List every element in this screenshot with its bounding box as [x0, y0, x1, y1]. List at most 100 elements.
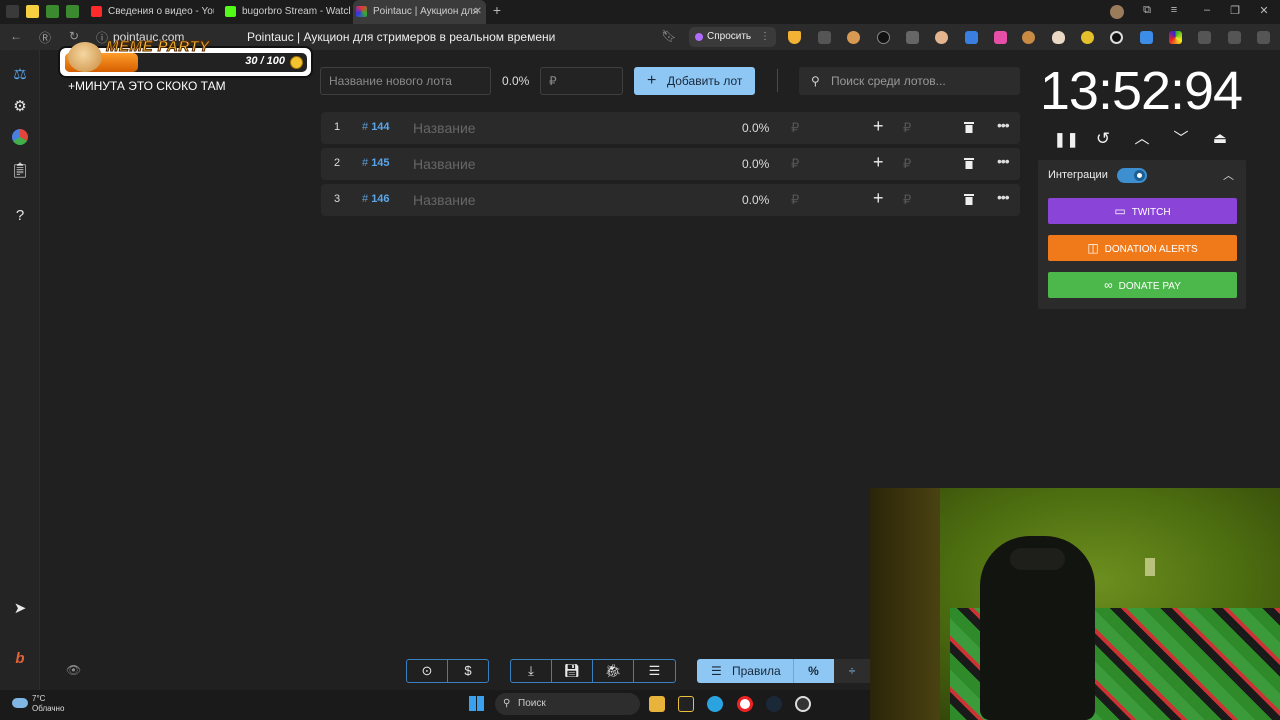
add-amount-icon[interactable]: +: [873, 116, 884, 137]
tab-kick[interactable]: bugorbro Stream - Watch: [222, 0, 350, 24]
pause-icon[interactable]: ❚❚: [1054, 129, 1078, 149]
bug-icon[interactable]: 🐞︎: [593, 660, 634, 682]
lot-name-field[interactable]: Название: [413, 156, 476, 172]
reader-icon[interactable]: Ⓡ: [37, 29, 53, 46]
collapse-icon[interactable]: ︿: [1223, 167, 1234, 183]
cloud-icon: [12, 698, 28, 708]
menu-icon[interactable]: ≡: [1166, 4, 1182, 16]
chevron-up-icon[interactable]: ︿: [1132, 129, 1152, 149]
donate-pay-button[interactable]: ∞ DONATE PAY: [1048, 272, 1237, 298]
bookmark-icon[interactable]: 🔖︎: [661, 29, 677, 43]
d-extension-icon[interactable]: [818, 31, 831, 44]
tab-pointauc[interactable]: Pointauc | Аукцион для ✕: [353, 0, 486, 24]
download-extension-icon[interactable]: [1257, 31, 1270, 44]
webcam-chair: [980, 536, 1095, 720]
rules-button[interactable]: Правила: [732, 659, 781, 683]
add-lot-button[interactable]: + Добавить лот: [634, 67, 755, 95]
twitch-button[interactable]: ▭ TWITCH: [1048, 198, 1237, 224]
telegram-taskbar-icon[interactable]: [707, 696, 723, 712]
more-options-icon[interactable]: •••: [997, 189, 1010, 205]
egg-extension-icon[interactable]: [1052, 31, 1065, 44]
trash-icon[interactable]: [964, 121, 974, 133]
windows-start-icon[interactable]: [469, 696, 484, 711]
split-icon[interactable]: ÷: [834, 659, 870, 683]
collections-icon[interactable]: ⧉: [1139, 4, 1155, 17]
screenshot-extension-icon[interactable]: [1228, 31, 1241, 44]
lot-extra-amount-field[interactable]: ₽: [903, 156, 911, 172]
boosty-icon[interactable]: b: [10, 649, 30, 669]
trash-icon[interactable]: [964, 193, 974, 205]
lot-name-field[interactable]: Название: [413, 120, 476, 136]
lot-extra-amount-field[interactable]: ₽: [903, 192, 911, 208]
donate-icon[interactable]: $: [448, 660, 488, 682]
obs-icon[interactable]: [795, 696, 811, 712]
github-icon[interactable]: ⊙: [407, 660, 448, 682]
more-options-icon[interactable]: •••: [997, 153, 1010, 169]
wheel-icon[interactable]: [12, 129, 28, 145]
trash-icon[interactable]: [964, 157, 974, 169]
lot-search-input[interactable]: ⚲ Поиск среди лотов...: [799, 67, 1020, 95]
arrow-extension-icon[interactable]: [1140, 31, 1153, 44]
gavel-icon[interactable]: ⚖: [10, 65, 30, 85]
crossed-extension-icon[interactable]: [965, 31, 978, 44]
help-icon[interactable]: ?: [10, 206, 30, 226]
telegram-icon[interactable]: ➤: [10, 599, 30, 619]
face-extension-icon[interactable]: [935, 31, 948, 44]
lot-name-field[interactable]: Название: [413, 192, 476, 208]
shield-extension-icon[interactable]: [788, 31, 801, 44]
hd-icon-2[interactable]: [66, 5, 79, 18]
more-options-icon[interactable]: •••: [997, 117, 1010, 133]
ask-button[interactable]: Спросить ⋮: [689, 27, 776, 47]
lot-amount-field[interactable]: ₽: [791, 120, 799, 136]
file-explorer-icon[interactable]: [649, 696, 665, 712]
ring-extension-icon[interactable]: [1081, 31, 1094, 44]
percent-icon[interactable]: %: [793, 659, 833, 683]
new-lot-percent: 0.0%: [502, 74, 530, 88]
close-tab-icon[interactable]: ✕: [474, 0, 482, 24]
lot-amount-field[interactable]: ₽: [791, 192, 799, 208]
audio-extension-icon[interactable]: [994, 31, 1007, 44]
minimize-icon[interactable]: –: [1199, 4, 1215, 16]
sub-extension-icon[interactable]: [877, 31, 890, 44]
new-tab-icon[interactable]: +: [489, 2, 505, 18]
add-amount-icon[interactable]: +: [873, 188, 884, 209]
record-extension-icon[interactable]: [1110, 31, 1123, 44]
profile-avatar[interactable]: [1110, 5, 1124, 19]
reset-icon[interactable]: ↺: [1093, 129, 1113, 149]
integrations-toggle[interactable]: [1117, 168, 1147, 183]
clipboard-icon[interactable]: 📋︎: [10, 161, 30, 181]
back-icon[interactable]: ←: [8, 29, 24, 43]
puzzle-extension-icon[interactable]: [1198, 31, 1211, 44]
donate-pay-label: DONATE PAY: [1118, 281, 1181, 292]
hd-icon[interactable]: [46, 5, 59, 18]
lot-name-input[interactable]: Название нового лота: [320, 67, 491, 95]
lot-amount-input[interactable]: ₽: [540, 67, 623, 95]
lock-extension-icon[interactable]: [906, 31, 919, 44]
cookie-extension-icon[interactable]: [847, 31, 860, 44]
page-icon[interactable]: [6, 5, 19, 18]
close-window-icon[interactable]: ✕: [1256, 4, 1272, 17]
donation-alerts-button[interactable]: ◫ DONATION ALERTS: [1048, 235, 1237, 261]
taskbar-search[interactable]: ⚲ Поиск: [495, 693, 640, 715]
clear-list-icon[interactable]: ☰: [634, 660, 675, 682]
add-amount-icon[interactable]: +: [873, 152, 884, 173]
drive-extension-icon[interactable]: [1169, 31, 1182, 44]
lot-amount-field[interactable]: ₽: [791, 156, 799, 172]
visibility-icon[interactable]: 👁︎: [66, 663, 81, 677]
eject-icon[interactable]: ⏏: [1210, 129, 1230, 149]
steam-icon[interactable]: [766, 696, 782, 712]
cookie-extension-icon-2[interactable]: [1022, 31, 1035, 44]
yandex-music-icon[interactable]: [26, 5, 39, 18]
more-icon[interactable]: ⋮: [760, 27, 770, 47]
app-star-icon[interactable]: [678, 696, 694, 712]
yandex-browser-icon[interactable]: [737, 696, 753, 712]
lot-extra-amount-field[interactable]: ₽: [903, 120, 911, 136]
settings-icon[interactable]: ⚙: [10, 97, 30, 117]
restore-icon[interactable]: ❐: [1227, 4, 1243, 17]
weather-widget[interactable]: 7°C Облачно: [12, 694, 64, 714]
download-icon[interactable]: ⤓: [511, 660, 552, 682]
tab-youtube[interactable]: Сведения о видео - YouTube: [88, 0, 214, 24]
chevron-down-icon[interactable]: ﹀: [1171, 129, 1191, 149]
save-icon[interactable]: 💾︎: [552, 660, 593, 682]
reload-icon[interactable]: ↻: [66, 29, 82, 43]
